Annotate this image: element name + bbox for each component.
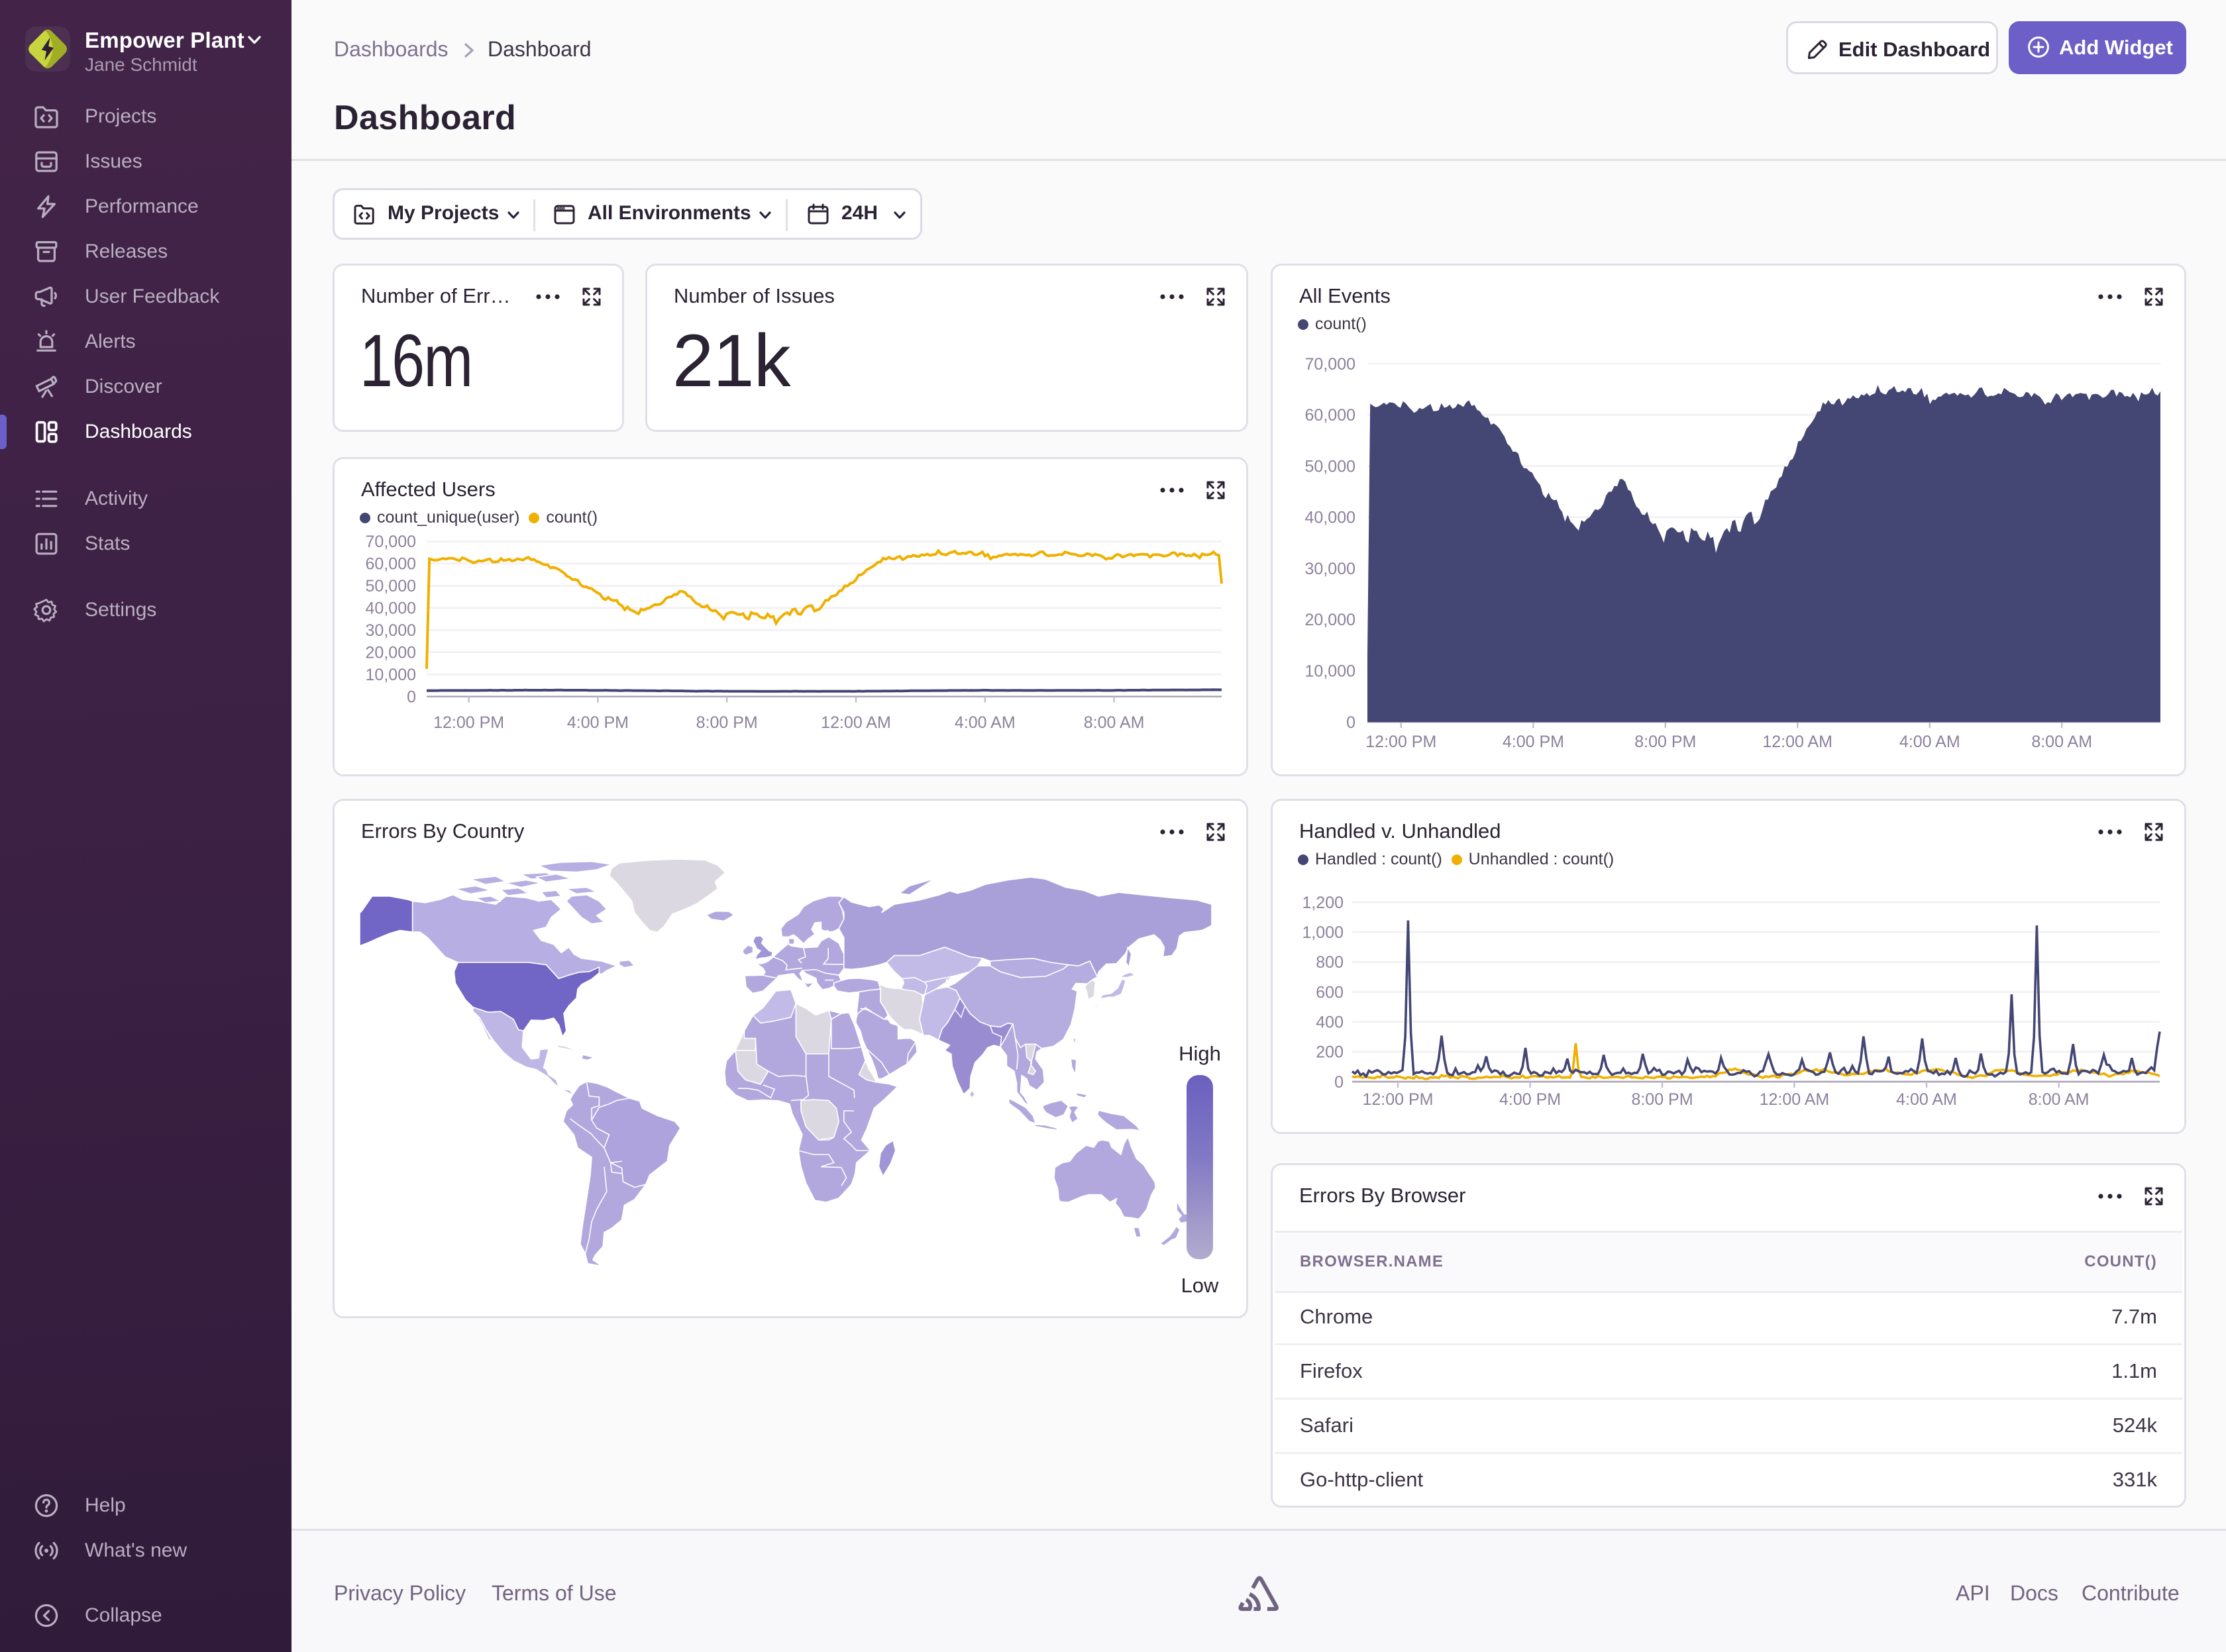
svg-text:40,000: 40,000 bbox=[1305, 509, 1355, 527]
svg-text:4:00 PM: 4:00 PM bbox=[1499, 1090, 1561, 1109]
svg-text:20,000: 20,000 bbox=[1305, 611, 1355, 629]
svg-text:0: 0 bbox=[407, 688, 416, 706]
svg-text:12:00 PM: 12:00 PM bbox=[1365, 733, 1436, 751]
svg-text:12:00 AM: 12:00 AM bbox=[1762, 733, 1832, 751]
svg-text:70,000: 70,000 bbox=[366, 533, 416, 551]
svg-text:4:00 AM: 4:00 AM bbox=[1899, 733, 1960, 751]
svg-text:60,000: 60,000 bbox=[366, 555, 416, 574]
svg-text:20,000: 20,000 bbox=[366, 643, 416, 662]
svg-text:1,000: 1,000 bbox=[1302, 923, 1344, 942]
svg-text:4:00 PM: 4:00 PM bbox=[1503, 733, 1564, 751]
svg-text:40,000: 40,000 bbox=[366, 599, 416, 618]
svg-text:12:00 AM: 12:00 AM bbox=[821, 713, 891, 732]
svg-text:8:00 AM: 8:00 AM bbox=[1084, 713, 1145, 732]
svg-text:0: 0 bbox=[1334, 1073, 1344, 1092]
svg-text:8:00 PM: 8:00 PM bbox=[1631, 1090, 1693, 1109]
svg-text:12:00 AM: 12:00 AM bbox=[1760, 1090, 1830, 1109]
svg-text:4:00 AM: 4:00 AM bbox=[955, 713, 1016, 732]
svg-text:800: 800 bbox=[1316, 953, 1344, 972]
svg-text:8:00 AM: 8:00 AM bbox=[2031, 733, 2092, 751]
svg-text:50,000: 50,000 bbox=[366, 577, 416, 595]
svg-text:4:00 AM: 4:00 AM bbox=[1896, 1090, 1957, 1109]
svg-text:60,000: 60,000 bbox=[1305, 406, 1355, 425]
svg-text:70,000: 70,000 bbox=[1305, 355, 1355, 374]
svg-text:1,200: 1,200 bbox=[1302, 894, 1344, 912]
svg-text:8:00 AM: 8:00 AM bbox=[2029, 1090, 2090, 1109]
svg-text:400: 400 bbox=[1316, 1013, 1344, 1031]
svg-text:0: 0 bbox=[1346, 713, 1355, 732]
svg-text:30,000: 30,000 bbox=[366, 621, 416, 640]
svg-text:200: 200 bbox=[1316, 1043, 1344, 1062]
svg-text:600: 600 bbox=[1316, 983, 1344, 1002]
svg-text:50,000: 50,000 bbox=[1305, 457, 1355, 476]
svg-text:30,000: 30,000 bbox=[1305, 560, 1355, 578]
svg-text:8:00 PM: 8:00 PM bbox=[1634, 733, 1696, 751]
svg-text:10,000: 10,000 bbox=[1305, 662, 1355, 681]
svg-text:12:00 PM: 12:00 PM bbox=[433, 713, 504, 732]
svg-text:12:00 PM: 12:00 PM bbox=[1362, 1090, 1433, 1109]
svg-text:4:00 PM: 4:00 PM bbox=[567, 713, 629, 732]
svg-text:8:00 PM: 8:00 PM bbox=[696, 713, 758, 732]
svg-text:10,000: 10,000 bbox=[366, 666, 416, 684]
